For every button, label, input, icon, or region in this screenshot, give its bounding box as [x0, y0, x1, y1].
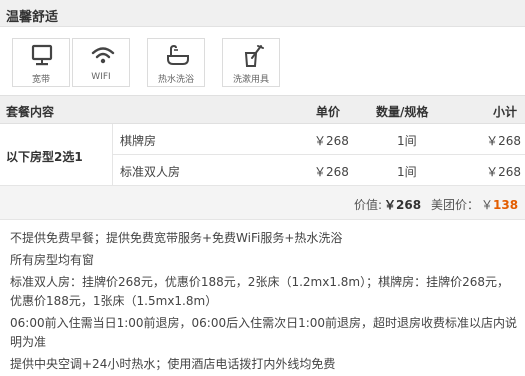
note-line: 不提供免费早餐；提供免费宽带服务+免费WiFi服务+热水洗浴: [10, 231, 343, 245]
room-subtotal: ￥268: [486, 134, 521, 148]
note-line: 标准双人房：挂牌价268元，优惠价188元，2张床（1.2mx1.8m）；棋牌房…: [10, 275, 509, 308]
section-title: 温馨舒适: [6, 10, 59, 25]
amenity-label: 宽带: [31, 75, 50, 85]
room-qty: 1间: [397, 134, 417, 148]
header-package: 套餐内容: [6, 105, 55, 119]
amenity-broadband: 宽带: [12, 38, 70, 87]
section-title-bar: 温馨舒适: [0, 0, 525, 27]
group-price-label: 美团价：: [431, 198, 480, 212]
monitor-icon: [31, 44, 53, 66]
value-label: 价值:: [354, 198, 383, 212]
combo-label: 以下房型2选1: [6, 150, 83, 164]
room-price: ￥268: [314, 165, 349, 179]
note-line: 06:00前入住需当日1:00前退房，06:00后入住需次日1:00前退房，超时…: [10, 316, 518, 349]
wifi-icon: [91, 47, 115, 64]
toiletries-icon: [244, 45, 264, 67]
combo-label-cell: 以下房型2选1: [0, 124, 113, 186]
group-price-value: 138: [493, 198, 519, 212]
room-subtotal: ￥268: [486, 165, 521, 179]
note-line: 提供中央空调+24小时热水；使用酒店电话拨打内外线均免费: [10, 357, 336, 371]
room-price: ￥268: [314, 134, 349, 148]
room-name: 棋牌房: [120, 134, 157, 148]
amenity-list: 宽带 WIFI 热水洗浴 洗漱用具: [0, 27, 525, 95]
header-qty: 数量/规格: [376, 105, 429, 119]
amenity-label: WIFI: [91, 72, 111, 82]
table-row: 标准双人房 ￥268 1间 ￥268: [113, 155, 525, 186]
header-subtotal: 小计: [492, 105, 517, 119]
room-name: 标准双人房: [120, 165, 181, 179]
amenity-label: 洗漱用具: [232, 75, 269, 85]
table-row: 棋牌房 ￥268 1间 ￥268: [113, 124, 525, 155]
price-summary: 价值: ￥268 美团价： ￥138: [0, 186, 525, 220]
bathtub-icon: [167, 44, 189, 65]
header-price: 单价: [316, 105, 341, 119]
notes-section: 不提供免费早餐；提供免费宽带服务+免费WiFi服务+热水洗浴 所有房型均有窗 标…: [10, 229, 520, 376]
amenity-hot-shower: 热水洗浴: [147, 38, 205, 87]
amenity-label: 热水洗浴: [157, 75, 194, 85]
amenity-wifi: WIFI: [72, 38, 130, 87]
amenity-toiletries: 洗漱用具: [222, 38, 280, 87]
room-qty: 1间: [397, 165, 417, 179]
table-header: 套餐内容 单价 数量/规格 小计: [0, 95, 525, 124]
room-combo: 以下房型2选1 棋牌房 ￥268 1间 ￥268 标准双人房 ￥268 1间 ￥…: [0, 124, 525, 186]
value-amount: ￥268: [384, 198, 422, 212]
group-price-amount: ￥138: [481, 196, 518, 213]
note-line: 所有房型均有窗: [10, 253, 95, 267]
group-price-currency: ￥: [481, 198, 494, 212]
